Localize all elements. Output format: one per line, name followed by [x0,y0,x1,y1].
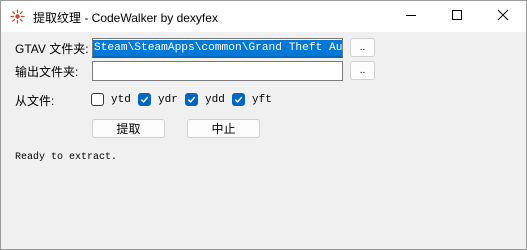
checkmark-icon [185,93,198,106]
stop-button[interactable]: 中止 [187,119,260,138]
output-folder-label: 输出文件夹: [15,65,79,79]
checkbox-label: ydr [158,93,178,106]
close-button[interactable] [480,1,526,32]
extract-button[interactable]: 提取 [92,119,165,138]
codewalker-app-icon [10,9,25,24]
minimize-icon [405,9,417,24]
window-title: 提取纹理 - CodeWalker by dexyfex [33,11,218,25]
close-icon [497,9,509,24]
checkbox-ydd[interactable]: ydd [185,92,225,107]
gtav-folder-value: Steam\SteamApps\common\Grand Theft Auto … [93,40,342,56]
checkbox-label: ytd [111,93,131,106]
checkbox-label: ydd [205,93,225,106]
browse-gtav-folder-button[interactable]: .. [350,38,375,57]
browse-output-folder-button[interactable]: .. [350,61,375,80]
checkbox-yft[interactable]: yft [232,92,272,107]
extract-textures-window: 提取纹理 - CodeWalker by dexyfex GTAV 文件夹: S… [0,0,527,250]
maximize-icon [451,9,463,24]
gtav-folder-label: GTAV 文件夹: [15,42,89,56]
checkbox-ytd[interactable]: ytd [91,92,131,107]
checkmark-icon [138,93,151,106]
checkbox-ydr[interactable]: ydr [138,92,178,107]
dialog-body: GTAV 文件夹: Steam\SteamApps\common\Grand T… [1,32,526,249]
checkmark-icon [232,93,245,106]
output-folder-input[interactable] [92,61,343,81]
checkbox-unchecked-icon [91,93,104,106]
from-files-label: 从文件: [15,94,55,108]
checkbox-label: yft [252,93,272,106]
status-text: Ready to extract. [15,152,118,163]
gtav-folder-input[interactable]: Steam\SteamApps\common\Grand Theft Auto … [92,38,343,58]
maximize-button[interactable] [434,1,480,32]
minimize-button[interactable] [388,1,434,32]
title-bar[interactable]: 提取纹理 - CodeWalker by dexyfex [1,1,526,32]
